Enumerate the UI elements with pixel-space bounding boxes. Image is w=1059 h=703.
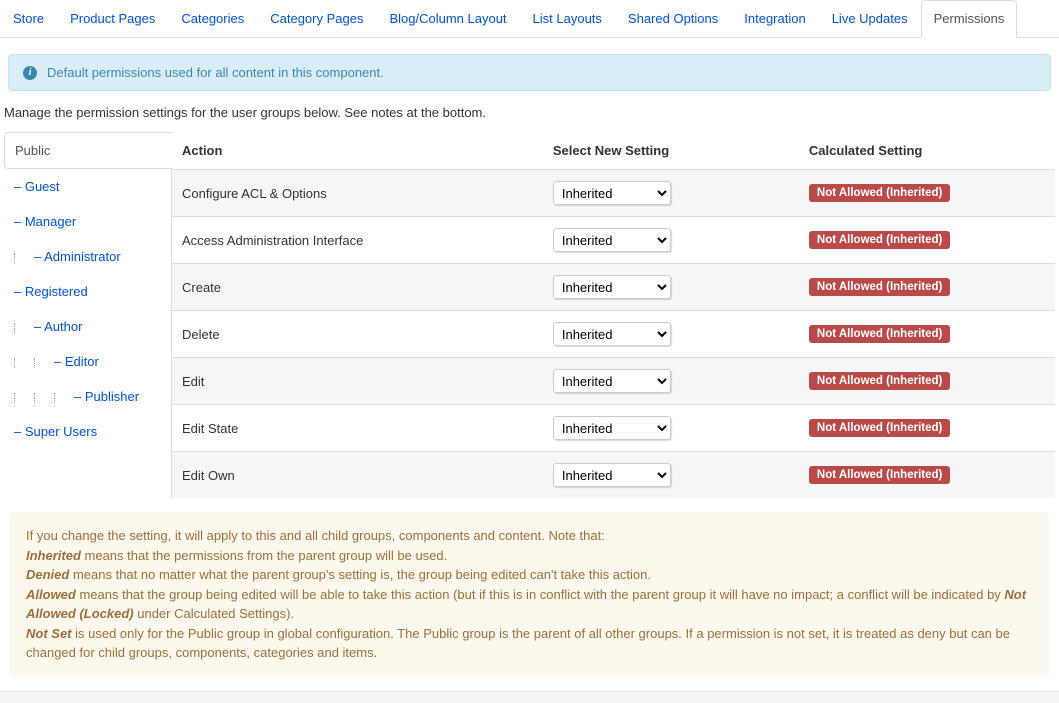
- permission-row: Edit Own InheritedAllowedDenied Not Allowe…: [172, 452, 1055, 499]
- setting-select[interactable]: InheritedAllowedDenied: [553, 369, 671, 393]
- setting-select[interactable]: InheritedAllowedDenied: [553, 463, 671, 487]
- tab-live-updates[interactable]: Live Updates: [819, 0, 921, 38]
- footer-strip: [0, 691, 1059, 703]
- tab-categories[interactable]: Categories: [168, 0, 257, 38]
- notes-denied-t: means that no matter what the parent gro…: [69, 567, 651, 582]
- header-action: Action: [172, 132, 543, 170]
- usergroup-guest[interactable]: – Guest: [4, 169, 172, 204]
- info-icon: i: [23, 66, 37, 80]
- calculated-badge: Not Allowed (Inherited): [809, 278, 950, 296]
- usergroup-label: – Super Users: [14, 424, 97, 439]
- notes-nalocked-t: under Calculated Settings).: [134, 606, 294, 621]
- tab-permissions[interactable]: Permissions: [921, 0, 1018, 38]
- calculated-badge: Not Allowed (Inherited): [809, 231, 950, 249]
- permission-row: Access Administration Interface Inherited…: [172, 217, 1055, 264]
- calculated-badge: Not Allowed (Inherited): [809, 325, 950, 343]
- permission-row: Edit State InheritedAllowedDenied Not Allo…: [172, 405, 1055, 452]
- usergroup-registered[interactable]: – Registered: [4, 274, 172, 309]
- usergroup-label: – Guest: [14, 179, 60, 194]
- header-setting: Select New Setting: [543, 132, 799, 170]
- setting-select[interactable]: InheritedAllowedDenied: [553, 416, 671, 440]
- tab-integration[interactable]: Integration: [731, 0, 818, 38]
- notes-allowed-b: Allowed: [26, 587, 76, 602]
- notes-inherited-b: Inherited: [26, 548, 81, 563]
- permission-row: Configure ACL & Options InheritedAllowedD…: [172, 170, 1055, 217]
- setting-select[interactable]: InheritedAllowedDenied: [553, 181, 671, 205]
- tab-blog-column-layout[interactable]: Blog/Column Layout: [376, 0, 519, 38]
- info-message: Default permissions used for all content…: [47, 65, 384, 80]
- top-tabs: StoreProduct PagesCategoriesCategory Pag…: [0, 0, 1059, 38]
- header-calculated: Calculated Setting: [799, 132, 1055, 170]
- usergroup-tabs: Public – Guest – Manager – Administrator – R…: [4, 132, 172, 449]
- usergroup-label: Public: [15, 143, 50, 158]
- calculated-badge: Not Allowed (Inherited): [809, 184, 950, 202]
- notes-allowed-t: means that the group being edited will b…: [76, 587, 1005, 602]
- tab-shared-options[interactable]: Shared Options: [615, 0, 731, 38]
- notes-denied-b: Denied: [26, 567, 69, 582]
- calculated-badge: Not Allowed (Inherited): [809, 372, 950, 390]
- usergroup-author[interactable]: – Author: [4, 309, 172, 344]
- notes-notset-t: is used only for the Public group in glo…: [26, 626, 1010, 661]
- usergroup-label: – Publisher: [74, 389, 139, 404]
- notes-line1: If you change the setting, it will apply…: [26, 526, 1033, 546]
- tab-store[interactable]: Store: [0, 0, 57, 38]
- setting-select[interactable]: InheritedAllowedDenied: [553, 275, 671, 299]
- permissions-table: Action Select New Setting Calculated Set…: [172, 132, 1055, 498]
- usergroup-label: – Manager: [14, 214, 76, 229]
- setting-select[interactable]: InheritedAllowedDenied: [553, 322, 671, 346]
- usergroup-label: – Administrator: [34, 249, 121, 264]
- action-label: Edit State: [172, 405, 543, 452]
- usergroup-label: – Author: [34, 319, 82, 334]
- calculated-badge: Not Allowed (Inherited): [809, 419, 950, 437]
- usergroup-public[interactable]: Public: [4, 132, 173, 169]
- action-label: Delete: [172, 311, 543, 358]
- usergroup-editor[interactable]: – Editor: [4, 344, 172, 379]
- usergroup-manager[interactable]: – Manager: [4, 204, 172, 239]
- usergroup-super-users[interactable]: – Super Users: [4, 414, 172, 449]
- info-alert: i Default permissions used for all conte…: [8, 54, 1051, 91]
- tab-product-pages[interactable]: Product Pages: [57, 0, 168, 38]
- usergroup-label: – Registered: [14, 284, 88, 299]
- notes-inherited-t: means that the permissions from the pare…: [81, 548, 447, 563]
- tab-list-layouts[interactable]: List Layouts: [520, 0, 615, 38]
- notes-notset-b: Not Set: [26, 626, 72, 641]
- usergroup-publisher[interactable]: – Publisher: [4, 379, 172, 414]
- intro-text: Manage the permission settings for the u…: [4, 105, 1055, 120]
- tab-category-pages[interactable]: Category Pages: [257, 0, 376, 38]
- permission-row: Edit InheritedAllowedDenied Not Allowed (I…: [172, 358, 1055, 405]
- action-label: Edit: [172, 358, 543, 405]
- action-label: Configure ACL & Options: [172, 170, 543, 217]
- calculated-badge: Not Allowed (Inherited): [809, 466, 950, 484]
- permission-row: Create InheritedAllowedDenied Not Allowed …: [172, 264, 1055, 311]
- permission-row: Delete InheritedAllowedDenied Not Allowed …: [172, 311, 1055, 358]
- action-label: Edit Own: [172, 452, 543, 499]
- action-label: Create: [172, 264, 543, 311]
- setting-select[interactable]: InheritedAllowedDenied: [553, 228, 671, 252]
- usergroup-label: – Editor: [54, 354, 99, 369]
- action-label: Access Administration Interface: [172, 217, 543, 264]
- permissions-notes: If you change the setting, it will apply…: [10, 512, 1049, 677]
- usergroup-administrator[interactable]: – Administrator: [4, 239, 172, 274]
